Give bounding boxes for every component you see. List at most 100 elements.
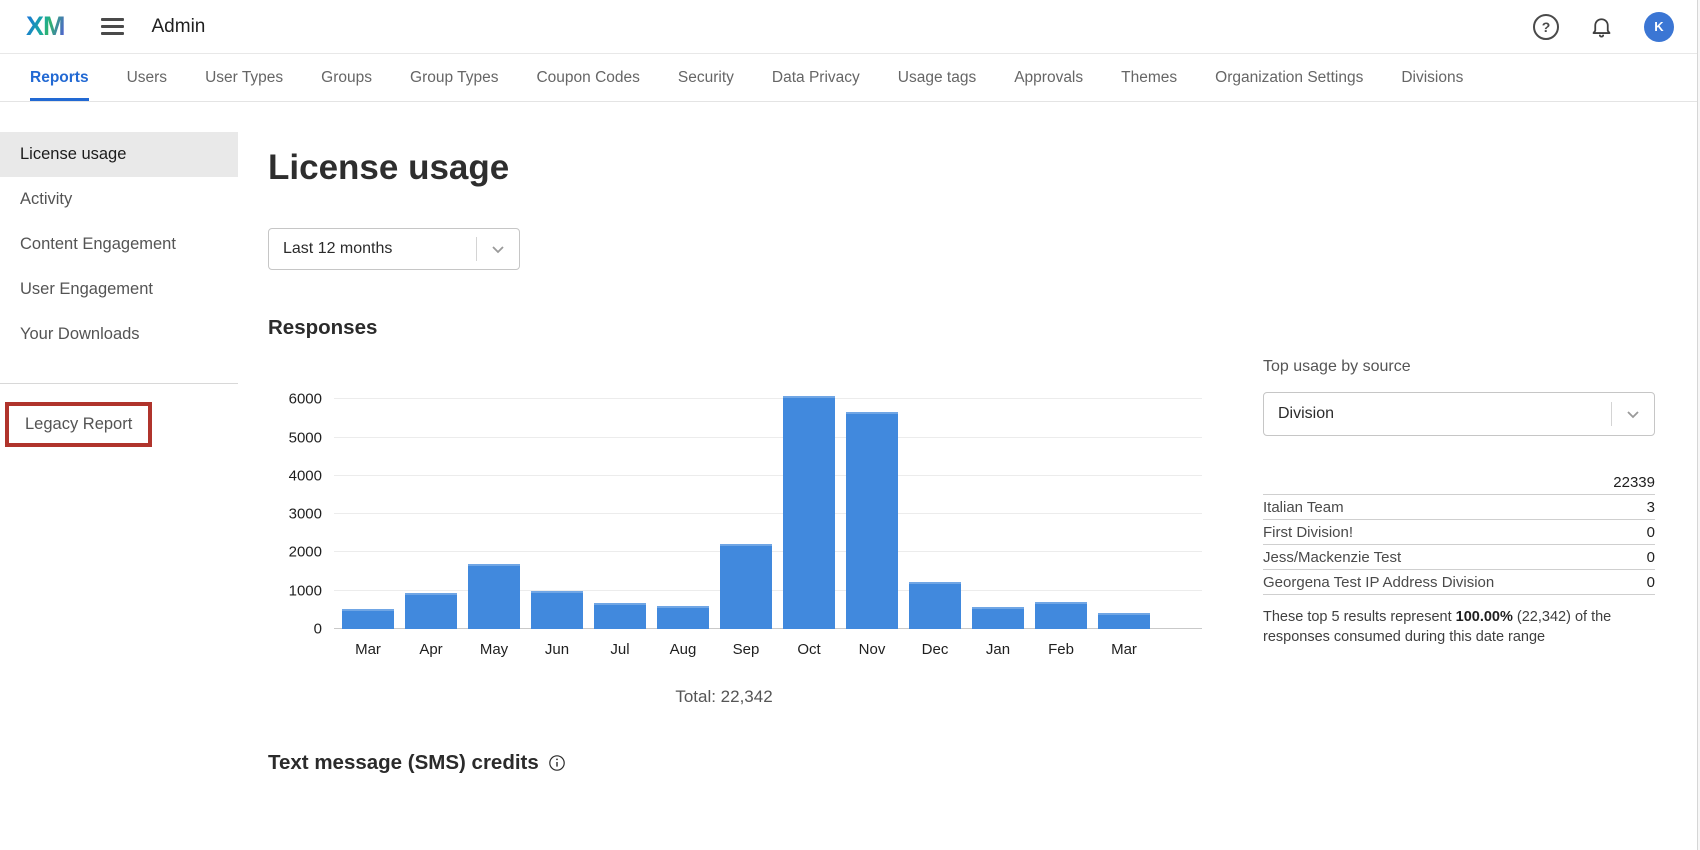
bar-oct-7 (783, 395, 835, 629)
y-tick-label: 6000 (288, 390, 322, 408)
x-tick-label: Dec (921, 641, 949, 658)
info-icon[interactable] (548, 754, 566, 772)
bar-aug-5 (657, 606, 709, 629)
chevron-down-icon (1612, 406, 1654, 422)
usage-row-label: Georgena Test IP Address Division (1263, 574, 1495, 591)
sidebar-item-activity[interactable]: Activity (0, 177, 238, 222)
usage-row-value: 0 (1646, 549, 1655, 566)
tab-user-types[interactable]: User Types (205, 54, 283, 101)
bar-mar-12 (1098, 613, 1150, 629)
y-tick-label: 0 (313, 620, 322, 638)
tab-usage-tags[interactable]: Usage tags (898, 54, 976, 101)
bar-sep-6 (720, 543, 772, 629)
gridline (334, 436, 1202, 438)
tab-group-types[interactable]: Group Types (410, 54, 498, 101)
usage-row: Italian Team 3 (1263, 495, 1655, 520)
date-range-value: Last 12 months (283, 240, 393, 257)
x-tick-label: Mar (355, 641, 381, 658)
bar-jan-10 (972, 606, 1024, 629)
sidebar-divider (0, 383, 238, 384)
tab-reports[interactable]: Reports (30, 54, 89, 101)
gridline (334, 398, 1202, 400)
x-tick-label: Sep (732, 641, 760, 658)
bar-dec-9 (909, 581, 961, 629)
tab-approvals[interactable]: Approvals (1014, 54, 1083, 101)
x-tick-label: May (479, 641, 509, 658)
app-title: Admin (151, 15, 206, 37)
x-tick-label: Feb (1048, 641, 1074, 658)
footnote-text: These top 5 results represent (1263, 609, 1456, 625)
tab-divisions[interactable]: Divisions (1401, 54, 1463, 101)
date-range-select[interactable]: Last 12 months (268, 228, 520, 270)
usage-row-label: First Division! (1263, 524, 1354, 541)
y-tick-label: 5000 (288, 429, 322, 447)
x-tick-label: Jun (544, 641, 570, 658)
chart-x-axis: Mar Apr May Jun Jul Aug Sep Oct Nov Dec Jan Feb Mar (334, 641, 1202, 663)
page-title: License usage (268, 148, 510, 187)
sidebar-item-license-usage[interactable]: License usage (0, 132, 238, 177)
x-tick-label: Oct (797, 641, 821, 658)
usage-row: First Division! 0 (1263, 520, 1655, 545)
y-tick-label: 3000 (288, 505, 322, 523)
x-tick-label: Mar (1111, 641, 1137, 658)
source-select-value: Division (1278, 405, 1335, 422)
usage-row-value: 3 (1646, 499, 1655, 516)
tab-users[interactable]: Users (127, 54, 167, 101)
bar-mar-0 (342, 609, 394, 629)
bar-jun-3 (531, 591, 583, 629)
y-tick-label: 2000 (288, 543, 322, 561)
top-usage-table: 22339 Italian Team 3 First Division! 0 Jess/M… (1263, 470, 1655, 595)
hamburger-menu-icon[interactable] (100, 18, 124, 35)
x-tick-label: Aug (669, 641, 697, 658)
top-usage-panel: Top usage by source Division 22339 Italia… (1263, 358, 1655, 707)
gridline (334, 513, 1202, 515)
usage-row: Jess/Mackenzie Test 0 (1263, 545, 1655, 570)
x-tick-label: Jan (985, 641, 1011, 658)
usage-row-value: 0 (1646, 524, 1655, 541)
tab-data-privacy[interactable]: Data Privacy (772, 54, 860, 101)
sidebar-list: License usage Activity Content Engagement U… (0, 132, 238, 357)
usage-row-label: Italian Team (1263, 499, 1344, 516)
responses-bar-chart: 0 1000 2000 3000 4000 5000 6000 Mar Apr May Jun Ju… (268, 358, 1223, 707)
tab-groups[interactable]: Groups (321, 54, 372, 101)
x-tick-label: Apr (419, 641, 443, 658)
usage-row-value: 0 (1646, 574, 1655, 591)
main-content: License usage Last 12 months Responses 0… (238, 102, 1700, 850)
sidebar-item-content-engagement[interactable]: Content Engagement (0, 222, 238, 267)
y-tick-label: 4000 (288, 467, 322, 485)
admin-page: XM Admin ? K Reports Users User Types Group… (0, 0, 1700, 850)
tab-organization-settings[interactable]: Organization Settings (1215, 54, 1363, 101)
notifications-bell-icon[interactable] (1589, 14, 1614, 39)
top-bar: XM Admin ? K (0, 0, 1700, 54)
chart-y-axis: 0 1000 2000 3000 4000 5000 6000 (268, 384, 334, 638)
chevron-down-icon (477, 241, 519, 257)
tab-themes[interactable]: Themes (1121, 54, 1177, 101)
sidebar-item-your-downloads[interactable]: Your Downloads (0, 312, 238, 357)
usage-row-label: Jess/Mackenzie Test (1263, 549, 1402, 566)
tab-security[interactable]: Security (678, 54, 734, 101)
bar-feb-11 (1035, 602, 1087, 629)
responses-section-title: Responses (268, 316, 378, 339)
bar-may-2 (468, 564, 520, 629)
footnote-percent: 100.00% (1455, 609, 1513, 625)
usage-row: Georgena Test IP Address Division 0 (1263, 570, 1655, 595)
usage-row: 22339 (1263, 470, 1655, 495)
x-tick-label: Nov (858, 641, 886, 658)
tab-coupon-codes[interactable]: Coupon Codes (536, 54, 639, 101)
y-tick-label: 1000 (288, 582, 322, 600)
sidebar-item-user-engagement[interactable]: User Engagement (0, 267, 238, 312)
bar-nov-8 (846, 411, 898, 629)
xm-logo: XM (26, 11, 65, 41)
reports-sidebar: License usage Activity Content Engagement U… (0, 102, 238, 850)
bar-jul-4 (594, 602, 646, 629)
legacy-report-highlight-annotation: Legacy Report (5, 402, 153, 447)
gridline (334, 474, 1202, 476)
usage-row-value: 22339 (1613, 474, 1655, 491)
help-icon[interactable]: ? (1533, 13, 1559, 40)
top-usage-title: Top usage by source (1263, 358, 1411, 375)
top-usage-footnote: These top 5 results represent 100.00% (2… (1263, 607, 1635, 647)
source-select[interactable]: Division (1263, 392, 1655, 436)
tab-bar: Reports Users User Types Groups Group Types C… (0, 54, 1700, 102)
sidebar-item-legacy-report[interactable]: Legacy Report (9, 406, 148, 443)
user-avatar[interactable]: K (1644, 11, 1674, 42)
